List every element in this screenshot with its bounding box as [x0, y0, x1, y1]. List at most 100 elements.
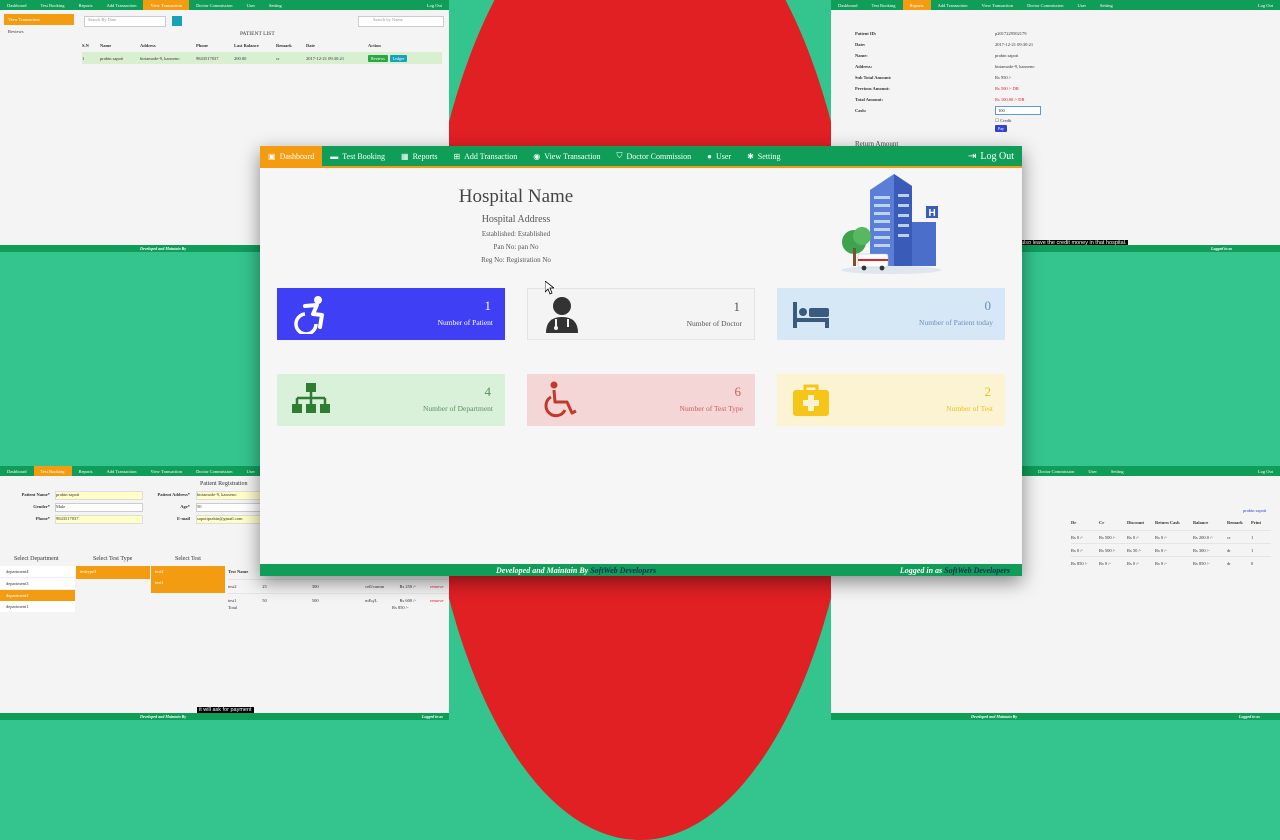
nav-dashboard[interactable]: Dashboard: [0, 0, 34, 10]
field-key: Date:: [855, 42, 866, 47]
search-name-input[interactable]: Search by Name: [358, 16, 444, 27]
search-button[interactable]: [172, 16, 182, 26]
table-cell: test1: [228, 598, 237, 603]
nav-user[interactable]: User: [1081, 466, 1104, 476]
nav-dashboard[interactable]: Dashboard: [0, 466, 34, 476]
nav-test-booking[interactable]: ▬ Test Booking: [322, 146, 393, 166]
col-remark: Remark: [276, 43, 292, 48]
logout-link[interactable]: Log Out: [1251, 0, 1280, 10]
search-name-placeholder: Search by Name: [373, 17, 403, 22]
stat-card[interactable]: 6 Number of Test Type: [527, 374, 755, 426]
remove-link[interactable]: remove: [430, 584, 449, 589]
plus-square-icon: ⊞: [453, 151, 461, 161]
cash-input[interactable]: 100: [995, 106, 1041, 115]
table-cell: 1: [1251, 547, 1254, 553]
nav-view-transaction[interactable]: ◉ View Transaction: [525, 146, 608, 166]
nav-add-transaction[interactable]: Add Transaction: [100, 0, 144, 10]
nav-user[interactable]: ● User: [699, 146, 739, 166]
phone-input[interactable]: 9843517037: [55, 515, 143, 524]
sidebar-item-view-transaction[interactable]: View Transaction: [4, 14, 74, 25]
footer: Developed and Maintain By SoftWeb Develo…: [260, 564, 1022, 576]
reviews-button[interactable]: Reviews: [368, 54, 388, 62]
doctor-icon: [542, 295, 582, 335]
pan-text: Pan No: pan No: [493, 243, 539, 251]
nav-dashboard[interactable]: ▣ Dashboard: [260, 146, 323, 166]
department-item[interactable]: department1: [0, 601, 75, 612]
table-cell: Rs 300 /-: [1193, 547, 1210, 553]
ledger-button[interactable]: Ledger: [389, 54, 408, 62]
patient-name-input[interactable]: prabin sapoti: [55, 491, 143, 500]
nav-reports[interactable]: ▦ Reports: [393, 146, 445, 166]
email-input[interactable]: sapotiprabin@gmail.com: [196, 515, 262, 524]
nav-doctor-commission[interactable]: Doctor Commission: [189, 0, 239, 10]
table-cell: Rs 600 /-: [399, 598, 416, 603]
nav-add-transaction[interactable]: Add Transaction: [100, 466, 144, 476]
cell-balance: 200.00: [234, 55, 247, 61]
table-cell: Rs 0 /-: [1155, 560, 1168, 566]
table-cell: Rs 500 /-: [1099, 534, 1116, 540]
pay-button[interactable]: Pay: [995, 125, 1007, 132]
stat-card[interactable]: 2 Number of Test: [777, 374, 1005, 426]
label-phone: Phone*: [35, 516, 50, 521]
dashboard-icon: ▣: [268, 151, 276, 161]
credit-checkbox[interactable]: ☐ Credit: [995, 118, 1011, 124]
nav-add-transaction[interactable]: Add Transaction: [931, 0, 975, 10]
test-item[interactable]: test1: [151, 577, 225, 588]
nav-setting[interactable]: ✱ Setting: [739, 146, 788, 166]
table-cell: Rs 500 /-: [1099, 547, 1116, 553]
column-header: Remark: [1227, 520, 1243, 525]
patient-address-input[interactable]: birtamode-9, kanxeno: [196, 491, 262, 500]
age-input[interactable]: 50: [196, 503, 262, 512]
nav-user[interactable]: User: [1070, 0, 1093, 10]
stat-value: 2: [984, 384, 992, 399]
nav-dashboard[interactable]: Dashboard: [831, 0, 865, 10]
department-item-selected[interactable]: department2: [0, 590, 75, 601]
nav-view-transaction[interactable]: View Transaction: [143, 0, 190, 10]
sidebar-item-reviews[interactable]: Reviews: [4, 25, 74, 38]
field-value: birtamode-9, kanxeno: [995, 64, 1035, 69]
remove-link[interactable]: remove: [430, 598, 449, 603]
nav-view-transaction[interactable]: View Transaction: [974, 0, 1020, 10]
nav-test-booking[interactable]: Test Booking: [865, 0, 903, 10]
nav-user[interactable]: User: [239, 0, 262, 10]
nav-reports[interactable]: Reports: [72, 0, 100, 10]
nav-setting[interactable]: Setting: [262, 0, 289, 10]
test-item[interactable]: test2: [151, 566, 225, 577]
nav-test-booking[interactable]: Test Booking: [34, 0, 72, 10]
nav-reports[interactable]: Reports: [902, 0, 931, 10]
table-cell: test2: [228, 584, 237, 589]
nav-label: Add Transaction: [464, 151, 518, 161]
table-cell: dr: [1227, 547, 1231, 553]
nav-setting[interactable]: Setting: [1104, 466, 1131, 476]
nav-view-transaction[interactable]: View Transaction: [143, 466, 189, 476]
department-item[interactable]: department3: [0, 578, 75, 590]
stat-card[interactable]: 4 Number of Department: [277, 374, 505, 426]
table-header: S.N Name Address Phone Last Balance Rema…: [82, 43, 442, 48]
stat-card[interactable]: 1 Number of Patient: [277, 288, 505, 340]
nav-doctor-commission[interactable]: Doctor Commission: [189, 466, 239, 476]
footer-logged-prefix: Logged in as: [899, 565, 943, 575]
gender-select[interactable]: Male: [55, 503, 143, 512]
nav-reports[interactable]: Reports: [72, 466, 100, 476]
cell-sn: 1: [82, 55, 85, 61]
search-date-input[interactable]: Search By Date: [84, 16, 166, 27]
stat-value: 1: [733, 299, 741, 314]
stat-card[interactable]: 1 Number of Doctor: [527, 288, 755, 340]
nav-add-transaction[interactable]: ⊞ Add Transaction: [445, 146, 525, 166]
logout-link[interactable]: Log Out: [420, 0, 449, 10]
logout-link[interactable]: Log Out: [1251, 466, 1280, 476]
nav-doctor-commission[interactable]: Doctor Commission: [1031, 466, 1081, 476]
nav-doctor-commission[interactable]: Doctor Commission: [1020, 0, 1070, 10]
stat-card[interactable]: 0 Number of Patient today: [777, 288, 1005, 340]
cell-phone: 9843517037: [196, 55, 219, 61]
nav-test-booking[interactable]: Test Booking: [33, 466, 72, 476]
nav-doctor-commission[interactable]: ⛉ Doctor Commission: [608, 146, 699, 166]
patient-name-link[interactable]: prabin sapoti: [1243, 508, 1266, 513]
nav-user[interactable]: User: [239, 466, 262, 476]
department-item[interactable]: department4: [0, 566, 75, 578]
logout-button[interactable]: ⇥ Log Out: [960, 146, 1022, 166]
footer-dev-name[interactable]: SoftWeb Developers: [590, 566, 656, 575]
test-type-item-selected[interactable]: testtype3: [76, 566, 150, 579]
nav-setting[interactable]: Setting: [1093, 0, 1120, 10]
footer-dev: Developed and Maintain By SoftWeb Develo…: [496, 566, 656, 575]
